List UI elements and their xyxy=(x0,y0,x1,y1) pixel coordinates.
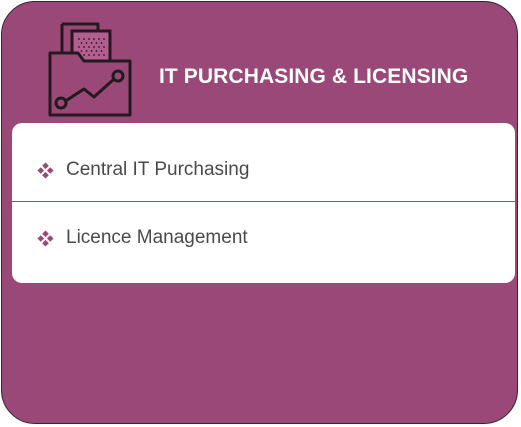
list-item-central-it-purchasing[interactable]: Central IT Purchasing xyxy=(37,159,249,181)
service-card: IT PURCHASING & LICENSING Central IT Pur… xyxy=(1,1,518,424)
diamond-bullet-icon xyxy=(37,229,54,247)
diamond-bullet-icon xyxy=(37,161,54,179)
list-item-label: Licence Management xyxy=(66,227,248,248)
folder-chart-icon xyxy=(48,22,132,117)
card-title: IT PURCHASING & LICENSING xyxy=(159,65,469,88)
list-item-label: Central IT Purchasing xyxy=(66,159,250,180)
list-item-licence-management[interactable]: Licence Management xyxy=(37,227,248,249)
service-list: Central IT Purchasing Licence Management xyxy=(12,123,515,283)
list-divider xyxy=(12,201,515,202)
